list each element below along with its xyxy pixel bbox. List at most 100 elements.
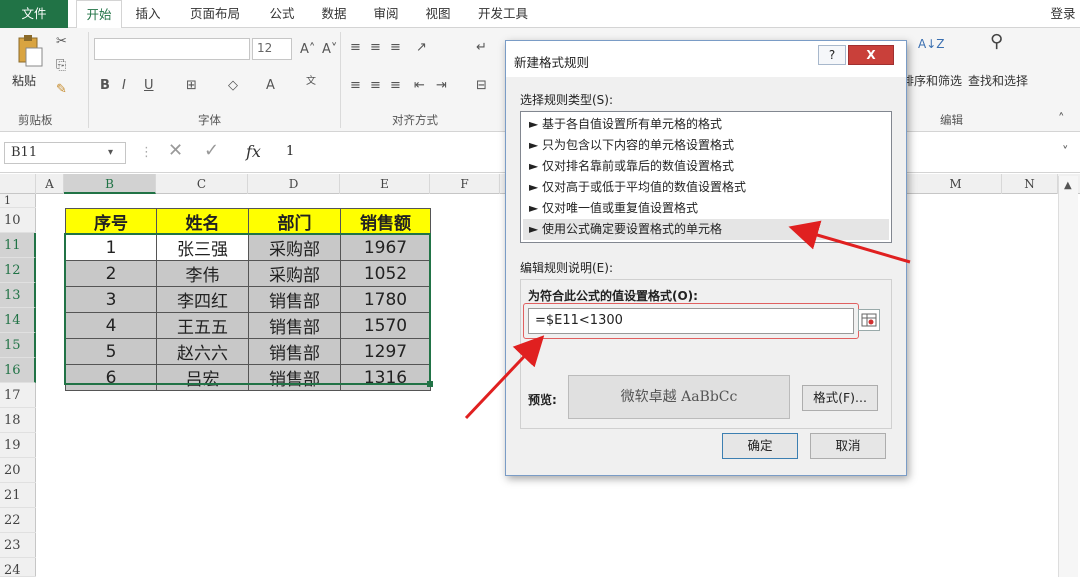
- row-header[interactable]: 21: [0, 483, 36, 508]
- cancel-entry-icon[interactable]: ✕: [168, 142, 183, 160]
- merge-icon[interactable]: ⊟: [476, 78, 487, 94]
- column-header-m[interactable]: M: [910, 174, 1002, 194]
- row-header[interactable]: 22: [0, 508, 36, 533]
- table-cell[interactable]: 销售部: [248, 312, 341, 339]
- ok-button[interactable]: 确定: [722, 433, 798, 459]
- table-cell[interactable]: 1316: [340, 364, 431, 391]
- range-picker-icon[interactable]: [858, 309, 880, 331]
- header-cell-name[interactable]: 姓名: [156, 208, 249, 235]
- row-header[interactable]: 14: [0, 308, 36, 333]
- align-bottom-icon[interactable]: ≡: [390, 40, 401, 56]
- table-cell[interactable]: 1570: [340, 312, 431, 339]
- column-header-d[interactable]: D: [248, 174, 340, 194]
- table-cell[interactable]: 6: [65, 364, 157, 391]
- table-cell[interactable]: 销售部: [248, 338, 341, 365]
- table-cell[interactable]: 李四红: [156, 286, 249, 313]
- sort-filter-label[interactable]: 排序和筛选: [902, 72, 962, 89]
- table-cell[interactable]: 3: [65, 286, 157, 313]
- row-header[interactable]: 11: [0, 233, 36, 258]
- tab-data[interactable]: 数据: [312, 0, 356, 28]
- decrease-indent-icon[interactable]: ⇤: [414, 78, 425, 94]
- list-item[interactable]: ► 仅对高于或低于平均值的数值设置格式: [523, 177, 889, 198]
- align-top-icon[interactable]: ≡: [350, 40, 361, 56]
- tab-formulas[interactable]: 公式: [260, 0, 304, 28]
- row-header[interactable]: 24: [0, 558, 36, 577]
- row-header[interactable]: 10: [0, 208, 36, 233]
- row-header[interactable]: 1: [0, 194, 36, 208]
- scroll-up-icon[interactable]: ▲: [1064, 178, 1072, 194]
- fill-handle[interactable]: [427, 381, 433, 387]
- fx-icon[interactable]: fx: [246, 144, 261, 160]
- align-left-icon[interactable]: ≡: [350, 78, 361, 94]
- vertical-scrollbar[interactable]: ▲: [1058, 176, 1078, 577]
- confirm-entry-icon[interactable]: ✓: [204, 142, 219, 160]
- font-name-select[interactable]: [94, 38, 250, 60]
- header-cell-dept[interactable]: 部门: [248, 208, 341, 235]
- bold-icon[interactable]: B: [100, 78, 110, 94]
- table-cell[interactable]: 4: [65, 312, 157, 339]
- collapse-ribbon-icon[interactable]: ˄: [1058, 112, 1065, 128]
- column-header-n[interactable]: N: [1002, 174, 1058, 194]
- tab-developer[interactable]: 开发工具: [468, 0, 538, 28]
- wrap-text-icon[interactable]: ↵: [476, 40, 487, 56]
- format-button[interactable]: 格式(F)...: [802, 385, 878, 411]
- row-header[interactable]: 23: [0, 533, 36, 558]
- align-middle-icon[interactable]: ≡: [370, 40, 381, 56]
- chevron-down-icon[interactable]: ▾: [108, 145, 113, 161]
- column-header-f[interactable]: F: [430, 174, 500, 194]
- login-link[interactable]: 登录: [1046, 0, 1080, 28]
- find-select-label[interactable]: 查找和选择: [968, 72, 1028, 89]
- table-cell[interactable]: 采购部: [248, 260, 341, 287]
- increase-indent-icon[interactable]: ⇥: [436, 78, 447, 94]
- column-header-a[interactable]: A: [36, 174, 64, 194]
- expand-formula-icon[interactable]: ˅: [1062, 145, 1069, 161]
- select-all-corner[interactable]: [0, 174, 36, 194]
- table-cell[interactable]: 1052: [340, 260, 431, 287]
- align-right-icon[interactable]: ≡: [390, 78, 401, 94]
- row-header[interactable]: 12: [0, 258, 36, 283]
- column-header-b[interactable]: B: [64, 174, 156, 194]
- tab-review[interactable]: 审阅: [364, 0, 408, 28]
- font-color-icon[interactable]: A: [266, 78, 275, 94]
- cancel-button[interactable]: 取消: [810, 433, 886, 459]
- close-button[interactable]: X: [848, 45, 894, 65]
- table-cell[interactable]: 1: [65, 234, 157, 261]
- dialog-titlebar[interactable]: 新建格式规则 ? X: [506, 41, 906, 77]
- fill-color-icon[interactable]: ◇: [228, 78, 238, 94]
- italic-icon[interactable]: I: [122, 78, 126, 94]
- row-header[interactable]: 15: [0, 333, 36, 358]
- copy-icon[interactable]: ⎘: [56, 58, 66, 74]
- list-item[interactable]: ► 基于各自值设置所有单元格的格式: [523, 114, 889, 135]
- tab-insert[interactable]: 插入: [126, 0, 170, 28]
- list-item-selected[interactable]: ► 使用公式确定要设置格式的单元格: [523, 219, 889, 240]
- header-cell-index[interactable]: 序号: [65, 208, 157, 235]
- tab-view[interactable]: 视图: [416, 0, 460, 28]
- column-header-e[interactable]: E: [340, 174, 430, 194]
- table-cell[interactable]: 李伟: [156, 260, 249, 287]
- table-cell[interactable]: 采购部: [248, 234, 341, 261]
- list-item[interactable]: ► 仅对排名靠前或靠后的数值设置格式: [523, 156, 889, 177]
- list-item[interactable]: ► 只为包含以下内容的单元格设置格式: [523, 135, 889, 156]
- row-header[interactable]: 19: [0, 433, 36, 458]
- row-header[interactable]: 17: [0, 383, 36, 408]
- table-cell[interactable]: 王五五: [156, 312, 249, 339]
- align-center-icon[interactable]: ≡: [370, 78, 381, 94]
- table-cell[interactable]: 销售部: [248, 364, 341, 391]
- table-cell[interactable]: 赵六六: [156, 338, 249, 365]
- table-cell[interactable]: 1297: [340, 338, 431, 365]
- increase-font-icon[interactable]: A˄: [300, 42, 315, 58]
- row-header[interactable]: 13: [0, 283, 36, 308]
- font-size-select[interactable]: 12: [252, 38, 292, 60]
- help-button[interactable]: ?: [818, 45, 846, 65]
- row-header[interactable]: 16: [0, 358, 36, 383]
- tab-home[interactable]: 开始: [76, 0, 122, 29]
- table-cell[interactable]: 吕宏: [156, 364, 249, 391]
- table-cell[interactable]: 2: [65, 260, 157, 287]
- underline-icon[interactable]: U: [144, 78, 154, 94]
- paste-label[interactable]: 粘贴: [12, 72, 36, 89]
- cut-icon[interactable]: ✂: [56, 34, 67, 50]
- binoculars-icon[interactable]: ⚲: [990, 33, 1003, 51]
- decrease-font-icon[interactable]: A˅: [322, 42, 337, 58]
- sort-filter-icon[interactable]: A↓Z: [918, 36, 944, 52]
- orientation-icon[interactable]: ↗: [416, 40, 427, 56]
